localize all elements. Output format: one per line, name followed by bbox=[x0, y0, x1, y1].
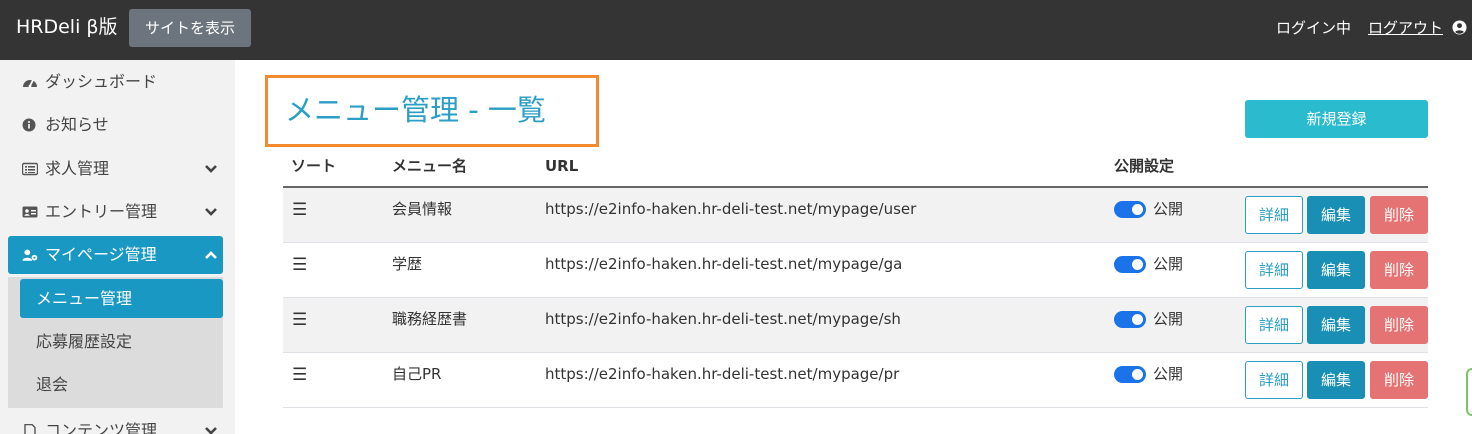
column-header-sort: ソート bbox=[291, 157, 337, 175]
menu-name: 自己PR bbox=[392, 365, 442, 383]
publish-toggle[interactable] bbox=[1114, 311, 1146, 328]
publish-status: 公開 bbox=[1153, 310, 1184, 328]
dashboard-icon bbox=[23, 79, 37, 88]
edit-button[interactable]: 編集 bbox=[1307, 306, 1365, 344]
delete-button[interactable]: 削除 bbox=[1370, 251, 1428, 289]
publish-status: 公開 bbox=[1153, 255, 1184, 273]
publish-toggle[interactable] bbox=[1114, 256, 1146, 273]
menu-name: 会員情報 bbox=[392, 200, 453, 218]
submenu-item-withdrawal[interactable]: 退会 bbox=[20, 365, 223, 404]
delete-button[interactable]: 削除 bbox=[1370, 361, 1428, 399]
sidebar: ダッシュボード お知らせ 求人管理 エントリー管理 マイページ管理 メニュー管理… bbox=[0, 60, 235, 434]
sidebar-item-notices[interactable]: お知らせ bbox=[8, 106, 223, 144]
sidebar-item-label: お知らせ bbox=[45, 115, 109, 134]
delete-button[interactable]: 削除 bbox=[1370, 306, 1428, 344]
user-circle-icon[interactable] bbox=[1452, 20, 1467, 35]
column-header-publish: 公開設定 bbox=[1114, 157, 1175, 175]
menu-url: https://e2info-haken.hr-deli-test.net/my… bbox=[545, 200, 917, 218]
edit-button[interactable]: 編集 bbox=[1307, 361, 1365, 399]
menu-name: 職務経歴書 bbox=[392, 310, 468, 328]
drag-handle-icon[interactable]: ☰ bbox=[292, 310, 307, 330]
chevron-down-icon bbox=[205, 165, 217, 173]
id-card-icon bbox=[22, 206, 38, 218]
sidebar-item-label: マイページ管理 bbox=[45, 245, 157, 264]
publish-status: 公開 bbox=[1153, 200, 1184, 218]
new-register-button[interactable]: 新規登録 bbox=[1245, 100, 1428, 138]
top-bar: HRDeli β版 サイトを表示 ログイン中 ログアウト bbox=[0, 0, 1472, 60]
detail-button[interactable]: 詳細 bbox=[1245, 251, 1303, 289]
sidebar-item-dashboard[interactable]: ダッシュボード bbox=[8, 63, 223, 101]
list-icon bbox=[22, 162, 38, 176]
sidebar-item-contents[interactable]: コンテンツ管理 bbox=[8, 412, 223, 434]
column-header-url: URL bbox=[545, 157, 579, 175]
detail-button[interactable]: 詳細 bbox=[1245, 306, 1303, 344]
menu-url: https://e2info-haken.hr-deli-test.net/my… bbox=[545, 310, 901, 328]
menu-name: 学歴 bbox=[392, 255, 423, 273]
brand-logo[interactable]: HRDeli β版 bbox=[16, 14, 118, 40]
detail-button[interactable]: 詳細 bbox=[1245, 196, 1303, 234]
publish-toggle[interactable] bbox=[1114, 366, 1146, 383]
drag-handle-icon[interactable]: ☰ bbox=[292, 200, 307, 220]
sidebar-item-label: コンテンツ管理 bbox=[45, 421, 158, 434]
chevron-down-icon bbox=[205, 427, 217, 434]
user-cog-icon bbox=[22, 249, 38, 261]
info-icon bbox=[22, 118, 36, 132]
sidebar-item-entries[interactable]: エントリー管理 bbox=[8, 193, 223, 231]
table-row: ☰ 職務経歴書 https://e2info-haken.hr-deli-tes… bbox=[283, 298, 1428, 353]
sidebar-item-label: エントリー管理 bbox=[45, 202, 158, 221]
column-header-menu-name: メニュー名 bbox=[392, 157, 468, 175]
view-site-button[interactable]: サイトを表示 bbox=[129, 9, 251, 47]
sidebar-item-label: ダッシュボード bbox=[45, 72, 158, 91]
table-row: ☰ 会員情報 https://e2info-haken.hr-deli-test… bbox=[283, 188, 1428, 243]
logout-link[interactable]: ログアウト bbox=[1368, 18, 1443, 38]
submenu-item-menu[interactable]: メニュー管理 bbox=[20, 279, 223, 318]
table-row: ☰ 自己PR https://e2info-haken.hr-deli-test… bbox=[283, 353, 1428, 408]
sidebar-item-mypage[interactable]: マイページ管理 bbox=[8, 236, 223, 274]
table-row: ☰ 学歴 https://e2info-haken.hr-deli-test.n… bbox=[283, 243, 1428, 298]
publish-status: 公開 bbox=[1153, 365, 1184, 383]
delete-button[interactable]: 削除 bbox=[1370, 196, 1428, 234]
detail-button[interactable]: 詳細 bbox=[1245, 361, 1303, 399]
edit-button[interactable]: 編集 bbox=[1307, 251, 1365, 289]
drag-handle-icon[interactable]: ☰ bbox=[292, 255, 307, 275]
menu-url: https://e2info-haken.hr-deli-test.net/my… bbox=[545, 365, 900, 383]
side-tab-widget[interactable] bbox=[1466, 368, 1472, 416]
mypage-submenu: メニュー管理 応募履歴設定 退会 bbox=[8, 277, 223, 408]
login-status: ログイン中 bbox=[1276, 19, 1352, 37]
submenu-item-application-history[interactable]: 応募履歴設定 bbox=[20, 322, 223, 361]
publish-toggle[interactable] bbox=[1114, 201, 1146, 218]
chevron-down-icon bbox=[205, 208, 217, 216]
page-title: メニュー管理 - 一覧 bbox=[285, 93, 546, 127]
chevron-up-icon bbox=[205, 251, 217, 259]
document-icon bbox=[24, 424, 36, 434]
menu-url: https://e2info-haken.hr-deli-test.net/my… bbox=[545, 255, 903, 273]
edit-button[interactable]: 編集 bbox=[1307, 196, 1365, 234]
sidebar-item-jobs[interactable]: 求人管理 bbox=[8, 150, 223, 188]
sidebar-item-label: 求人管理 bbox=[45, 159, 110, 178]
drag-handle-icon[interactable]: ☰ bbox=[292, 365, 307, 385]
